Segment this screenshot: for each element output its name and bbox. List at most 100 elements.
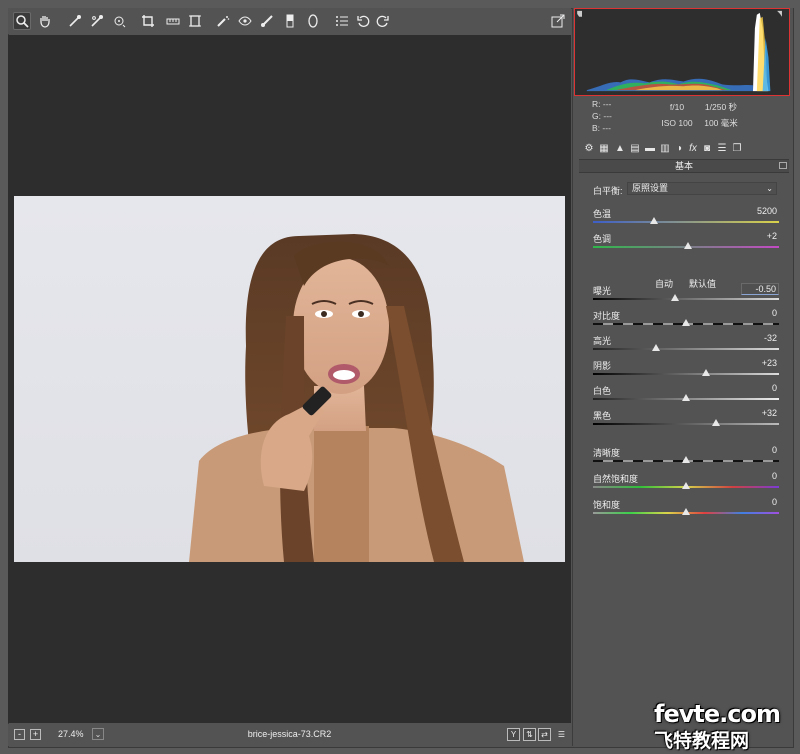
shutter-speed: 1/250 秒 [704, 102, 738, 112]
toolbar [8, 8, 571, 34]
filename-label: brice-jessica-73.CR2 [247, 729, 332, 739]
fx-tab-icon[interactable]: fx [687, 142, 699, 154]
slider-thumb[interactable] [682, 482, 690, 489]
chevron-down-icon: ⌄ [766, 184, 773, 193]
panel-menu-icon[interactable] [779, 162, 787, 169]
focal-length: 100 毫米 [704, 118, 738, 128]
section-title: 基本 [674, 161, 693, 171]
camera-calibration-tab-icon[interactable]: ◙ [701, 142, 713, 154]
watermark: fevte.com 飞特教程网 [654, 700, 781, 752]
slider-track[interactable] [593, 221, 779, 223]
auto-button[interactable]: 自动 [655, 277, 673, 290]
section-header: 基本 [579, 159, 789, 173]
white-balance-select[interactable]: 原照设置 ⌄ [627, 182, 777, 195]
iso: ISO 100 [661, 118, 693, 128]
slider-value[interactable]: 0 [741, 445, 779, 457]
slider-thumb[interactable] [702, 369, 711, 376]
slider-track[interactable] [593, 348, 779, 350]
radial-filter-icon[interactable] [304, 12, 322, 30]
slider-thumb[interactable] [682, 319, 690, 326]
slider-label: 饱和度 [593, 500, 621, 510]
color-sampler-icon[interactable] [88, 12, 106, 30]
portrait-image [189, 234, 524, 562]
slider-label: 清晰度 [593, 448, 621, 458]
slider-row: 高光 -32 [593, 333, 779, 356]
hsl-tab-icon[interactable]: ▤ [629, 142, 641, 154]
slider-label: 白色 [593, 386, 612, 396]
slider-row: 清晰度 0 [593, 445, 779, 468]
right-panel: R: --- G: --- B: --- f/10 1/250 秒 ISO 10… [572, 8, 793, 746]
view-swap-button[interactable]: ⇄ [538, 728, 551, 741]
slider-thumb[interactable] [650, 217, 659, 224]
slider-label: 黑色 [593, 411, 612, 421]
slider-value[interactable]: +32 [741, 408, 779, 420]
slider-value[interactable]: 0 [741, 383, 779, 395]
aperture: f/10 [669, 102, 685, 112]
slider-thumb[interactable] [683, 242, 692, 249]
slider-thumb[interactable] [711, 419, 720, 426]
slider-thumb[interactable] [682, 508, 690, 515]
tone-curve-tab-icon[interactable]: ▦ [598, 142, 610, 154]
presets-icon[interactable] [333, 12, 351, 30]
slider-thumb[interactable] [682, 394, 690, 401]
slider-label: 对比度 [593, 311, 621, 321]
slider-value[interactable]: -0.50 [741, 283, 779, 295]
rotate-right-icon[interactable] [374, 12, 392, 30]
slider-label: 阴影 [593, 361, 612, 371]
image-canvas[interactable] [8, 35, 571, 723]
slider-label: 色调 [593, 234, 612, 244]
snapshots-tab-icon[interactable]: ❐ [731, 142, 743, 154]
white-balance-label: 白平衡: [593, 186, 623, 196]
lens-tab-icon[interactable]: ▥ [659, 142, 671, 154]
slider-label: 曝光 [593, 286, 612, 296]
slider-label: 自然饱和度 [593, 474, 639, 484]
default-button[interactable]: 默认值 [689, 277, 716, 290]
hand-icon[interactable] [36, 12, 54, 30]
slider-value[interactable]: 5200 [741, 206, 779, 218]
target-adjust-icon[interactable] [110, 12, 128, 30]
slider-thumb[interactable] [682, 456, 690, 463]
adjustment-brush-icon[interactable] [258, 12, 276, 30]
slider-value[interactable]: 0 [741, 308, 779, 320]
image-info: R: --- G: --- B: --- f/10 1/250 秒 ISO 10… [573, 98, 793, 138]
slider-value[interactable]: -32 [741, 333, 779, 345]
white-balance-icon[interactable] [66, 12, 84, 30]
view-toggle-button[interactable]: ⇅ [523, 728, 536, 741]
slider-value[interactable]: +23 [741, 358, 779, 370]
red-eye-icon[interactable] [236, 12, 254, 30]
view-y-button[interactable]: Y [507, 728, 520, 741]
slider-value[interactable]: +2 [741, 231, 779, 243]
slider-row: 对比度 0 [593, 308, 779, 331]
zoom-icon[interactable] [13, 12, 31, 30]
presets-tab-icon[interactable]: ☰ [716, 142, 728, 154]
optics-tab-icon[interactable]: ◗ [674, 142, 686, 154]
panel-tabs: ⚙ ▦ ▲ ▤ ▬ ▥ ◗ fx ◙ ☰ ❐ [579, 142, 789, 156]
split-toning-tab-icon[interactable]: ▬ [644, 142, 656, 154]
slider-track[interactable] [593, 423, 779, 425]
slider-row: 曝光 -0.50 [593, 283, 779, 306]
slider-value[interactable]: 0 [741, 497, 779, 509]
straighten-icon[interactable] [164, 12, 182, 30]
detail-tab-icon[interactable]: ▲ [614, 142, 626, 154]
slider-row: 自然饱和度 0 [593, 471, 779, 494]
slider-row: 色温 5200 [593, 206, 779, 229]
export-icon[interactable] [549, 12, 567, 30]
spot-removal-icon[interactable] [214, 12, 232, 30]
slider-thumb[interactable] [652, 344, 661, 351]
photo-preview[interactable] [14, 196, 565, 562]
graduated-filter-icon[interactable] [281, 12, 299, 30]
slider-row: 黑色 +32 [593, 408, 779, 431]
rotate-left-icon[interactable] [354, 12, 372, 30]
slider-row: 饱和度 0 [593, 497, 779, 520]
slider-track[interactable] [593, 373, 779, 375]
crop-icon[interactable] [139, 12, 157, 30]
slider-thumb[interactable] [670, 294, 679, 301]
transform-icon[interactable] [186, 12, 204, 30]
status-bar: - + 27.4% ⌄ brice-jessica-73.CR2 Y ⇅ ⇄ ☰ [8, 724, 571, 746]
slider-label: 高光 [593, 336, 612, 346]
slider-row: 白色 0 [593, 383, 779, 406]
slider-value[interactable]: 0 [741, 471, 779, 483]
basic-tab-icon[interactable]: ⚙ [583, 142, 595, 154]
settings-icon[interactable]: ☰ [555, 728, 568, 741]
slider-track[interactable] [593, 298, 779, 300]
